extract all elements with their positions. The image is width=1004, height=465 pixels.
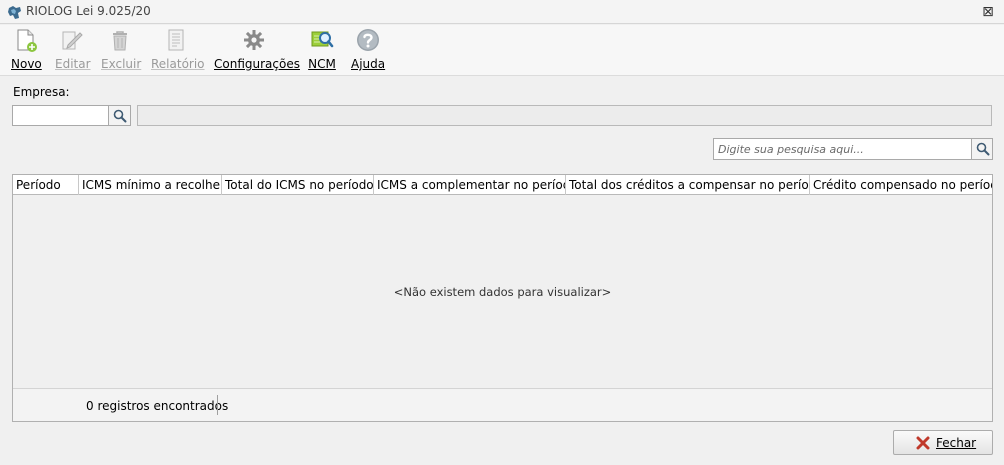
editar-label: Editar (55, 57, 91, 71)
ncm-search-icon (311, 31, 334, 48)
title-bar: RIOLOG Lei 9.025/20 ⊠ (0, 0, 1004, 24)
search-input[interactable] (713, 138, 972, 160)
column-header-icms-minimo[interactable]: ICMS mínimo a recolher (79, 175, 222, 195)
window-title: RIOLOG Lei 9.025/20 (26, 4, 151, 18)
novo-button[interactable]: Novo (11, 28, 42, 72)
empresa-code-input[interactable] (12, 105, 109, 126)
empresa-label: Empresa: (13, 85, 70, 99)
ajuda-label: Ajuda (351, 57, 386, 71)
search-button[interactable] (971, 138, 993, 160)
search-icon (113, 109, 127, 123)
empresa-name-field (137, 105, 992, 126)
configuracoes-button[interactable]: Configurações (214, 28, 300, 72)
close-icon (916, 436, 930, 450)
trash-icon (113, 31, 127, 51)
column-header-total-creditos[interactable]: Total dos créditos a compensar no períod… (566, 175, 810, 195)
excluir-label: Excluir (101, 57, 142, 71)
configuracoes-label: Configurações (214, 57, 300, 71)
column-header-total-icms[interactable]: Total do ICMS no período (222, 175, 374, 195)
toolbar: Novo Editar Excluir Relatório Configuraç… (0, 25, 1004, 75)
new-document-icon (17, 29, 37, 52)
relatorio-button[interactable]: Relatório (151, 28, 205, 72)
app-icon (8, 6, 21, 19)
close-window-button[interactable]: ⊠ (980, 4, 996, 20)
excluir-button[interactable]: Excluir (101, 28, 142, 72)
toolbar-divider (0, 75, 1004, 76)
fechar-label: Fechar (936, 436, 977, 450)
edit-icon (62, 31, 83, 50)
data-grid: Período ICMS mínimo a recolher Total do … (12, 174, 993, 422)
footer-divider (217, 395, 218, 415)
ajuda-button[interactable]: Ajuda (351, 28, 385, 72)
editar-button[interactable]: Editar (55, 28, 91, 72)
column-header-periodo[interactable]: Período (13, 175, 79, 195)
empresa-search-button[interactable] (109, 105, 131, 126)
grid-footer: 0 registros encontrados (13, 388, 992, 421)
ncm-label: NCM (308, 57, 336, 71)
empty-grid-message: <Não existem dados para visualizar> (393, 285, 612, 299)
column-header-icms-complementar[interactable]: ICMS a complementar no período (374, 175, 566, 195)
report-icon (168, 29, 184, 51)
grid-header: Período ICMS mínimo a recolher Total do … (13, 175, 992, 195)
column-header-credito-compensado[interactable]: Crédito compensado no período (810, 175, 992, 195)
fechar-button[interactable]: Fechar (893, 430, 993, 455)
help-icon (357, 29, 379, 51)
relatorio-label: Relatório (151, 57, 205, 71)
gear-icon (244, 30, 264, 50)
search-icon (976, 142, 990, 156)
novo-label: Novo (11, 57, 42, 71)
record-count: 0 registros encontrados (86, 399, 229, 413)
ncm-button[interactable]: NCM (306, 28, 338, 72)
